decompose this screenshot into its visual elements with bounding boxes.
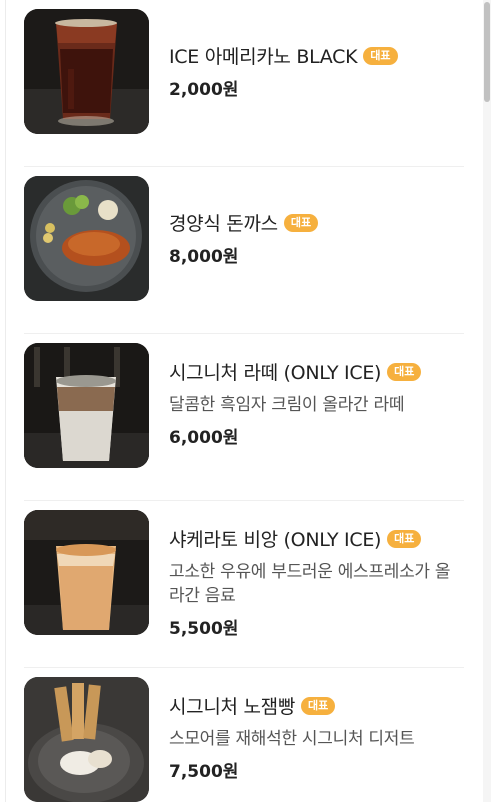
menu-item-name-row: ICE 아메리카노 BLACK 대표 bbox=[169, 42, 465, 69]
menu-item-price: 7,500원 bbox=[169, 762, 239, 782]
signature-badge: 대표 bbox=[387, 362, 422, 381]
menu-item-description: 달콤한 흑임자 크림이 올라간 라떼 bbox=[169, 395, 405, 415]
menu-item-name-row: 샤케라토 비앙 (ONLY ICE) 대표 bbox=[169, 525, 465, 552]
menu-page: ICE 아메리카노 BLACK 대표 2,000원 경양식 돈까스 대표 8,0… bbox=[0, 0, 491, 802]
menu-item-name: 시그니처 라떼 (ONLY ICE) bbox=[169, 362, 382, 384]
menu-item-name: 샤케라토 비앙 (ONLY ICE) bbox=[169, 529, 382, 551]
menu-item-info: 샤케라토 비앙 (ONLY ICE) 대표 고소한 우유에 부드러운 에스프레소… bbox=[169, 525, 465, 639]
scrollbar-thumb[interactable] bbox=[484, 2, 490, 102]
menu-item[interactable]: 시그니처 노잼빵 대표 스모어를 재해석한 시그니처 디저트 7,500원 bbox=[24, 668, 464, 802]
menu-item-price: 8,000원 bbox=[169, 247, 239, 267]
menu-item-price: 6,000원 bbox=[169, 428, 239, 448]
signature-badge: 대표 bbox=[301, 696, 336, 715]
menu-item[interactable]: 샤케라토 비앙 (ONLY ICE) 대표 고소한 우유에 부드러운 에스프레소… bbox=[24, 501, 464, 668]
menu-item-description: 스모어를 재해석한 시그니처 디저트 bbox=[169, 729, 415, 749]
menu-item-name-row: 경양식 돈까스 대표 bbox=[169, 209, 465, 236]
menu-item-price: 5,500원 bbox=[169, 619, 239, 639]
signature-badge: 대표 bbox=[363, 46, 398, 65]
menu-item-info: 시그니처 노잼빵 대표 스모어를 재해석한 시그니처 디저트 7,500원 bbox=[169, 692, 465, 782]
signature-latte-photo bbox=[24, 343, 149, 468]
menu-list: ICE 아메리카노 BLACK 대표 2,000원 경양식 돈까스 대표 8,0… bbox=[24, 0, 464, 802]
menu-item-info: 시그니처 라떼 (ONLY ICE) 대표 달콤한 흑임자 크림이 올라간 라떼… bbox=[169, 358, 465, 448]
menu-item-price: 2,000원 bbox=[169, 80, 239, 100]
menu-item-info: 경양식 돈까스 대표 8,000원 bbox=[169, 209, 465, 267]
menu-item-name-row: 시그니처 라떼 (ONLY ICE) 대표 bbox=[169, 358, 465, 385]
menu-item-name: 경양식 돈까스 bbox=[169, 213, 278, 235]
menu-item-description: 고소한 우유에 부드러운 에스프레소가 올라간 음료 bbox=[169, 562, 451, 606]
left-panel-edge bbox=[0, 0, 6, 802]
menu-item-name: 시그니처 노잼빵 bbox=[169, 696, 296, 718]
menu-item-name: ICE 아메리카노 BLACK bbox=[169, 46, 358, 68]
menu-item[interactable]: ICE 아메리카노 BLACK 대표 2,000원 bbox=[24, 0, 464, 167]
pork-cutlet-photo bbox=[24, 176, 149, 301]
signature-nojam-bread-photo bbox=[24, 677, 149, 802]
shakerato-bianco-photo bbox=[24, 510, 149, 635]
menu-item-info: ICE 아메리카노 BLACK 대표 2,000원 bbox=[169, 42, 465, 100]
signature-badge: 대표 bbox=[283, 213, 319, 232]
menu-item[interactable]: 경양식 돈까스 대표 8,000원 bbox=[24, 167, 464, 334]
menu-item[interactable]: 시그니처 라떼 (ONLY ICE) 대표 달콤한 흑임자 크림이 올라간 라떼… bbox=[24, 334, 464, 501]
menu-item-name-row: 시그니처 노잼빵 대표 bbox=[169, 692, 465, 719]
iced-americano-photo bbox=[24, 9, 149, 134]
scrollbar-track[interactable] bbox=[483, 0, 491, 802]
signature-badge: 대표 bbox=[387, 529, 422, 548]
